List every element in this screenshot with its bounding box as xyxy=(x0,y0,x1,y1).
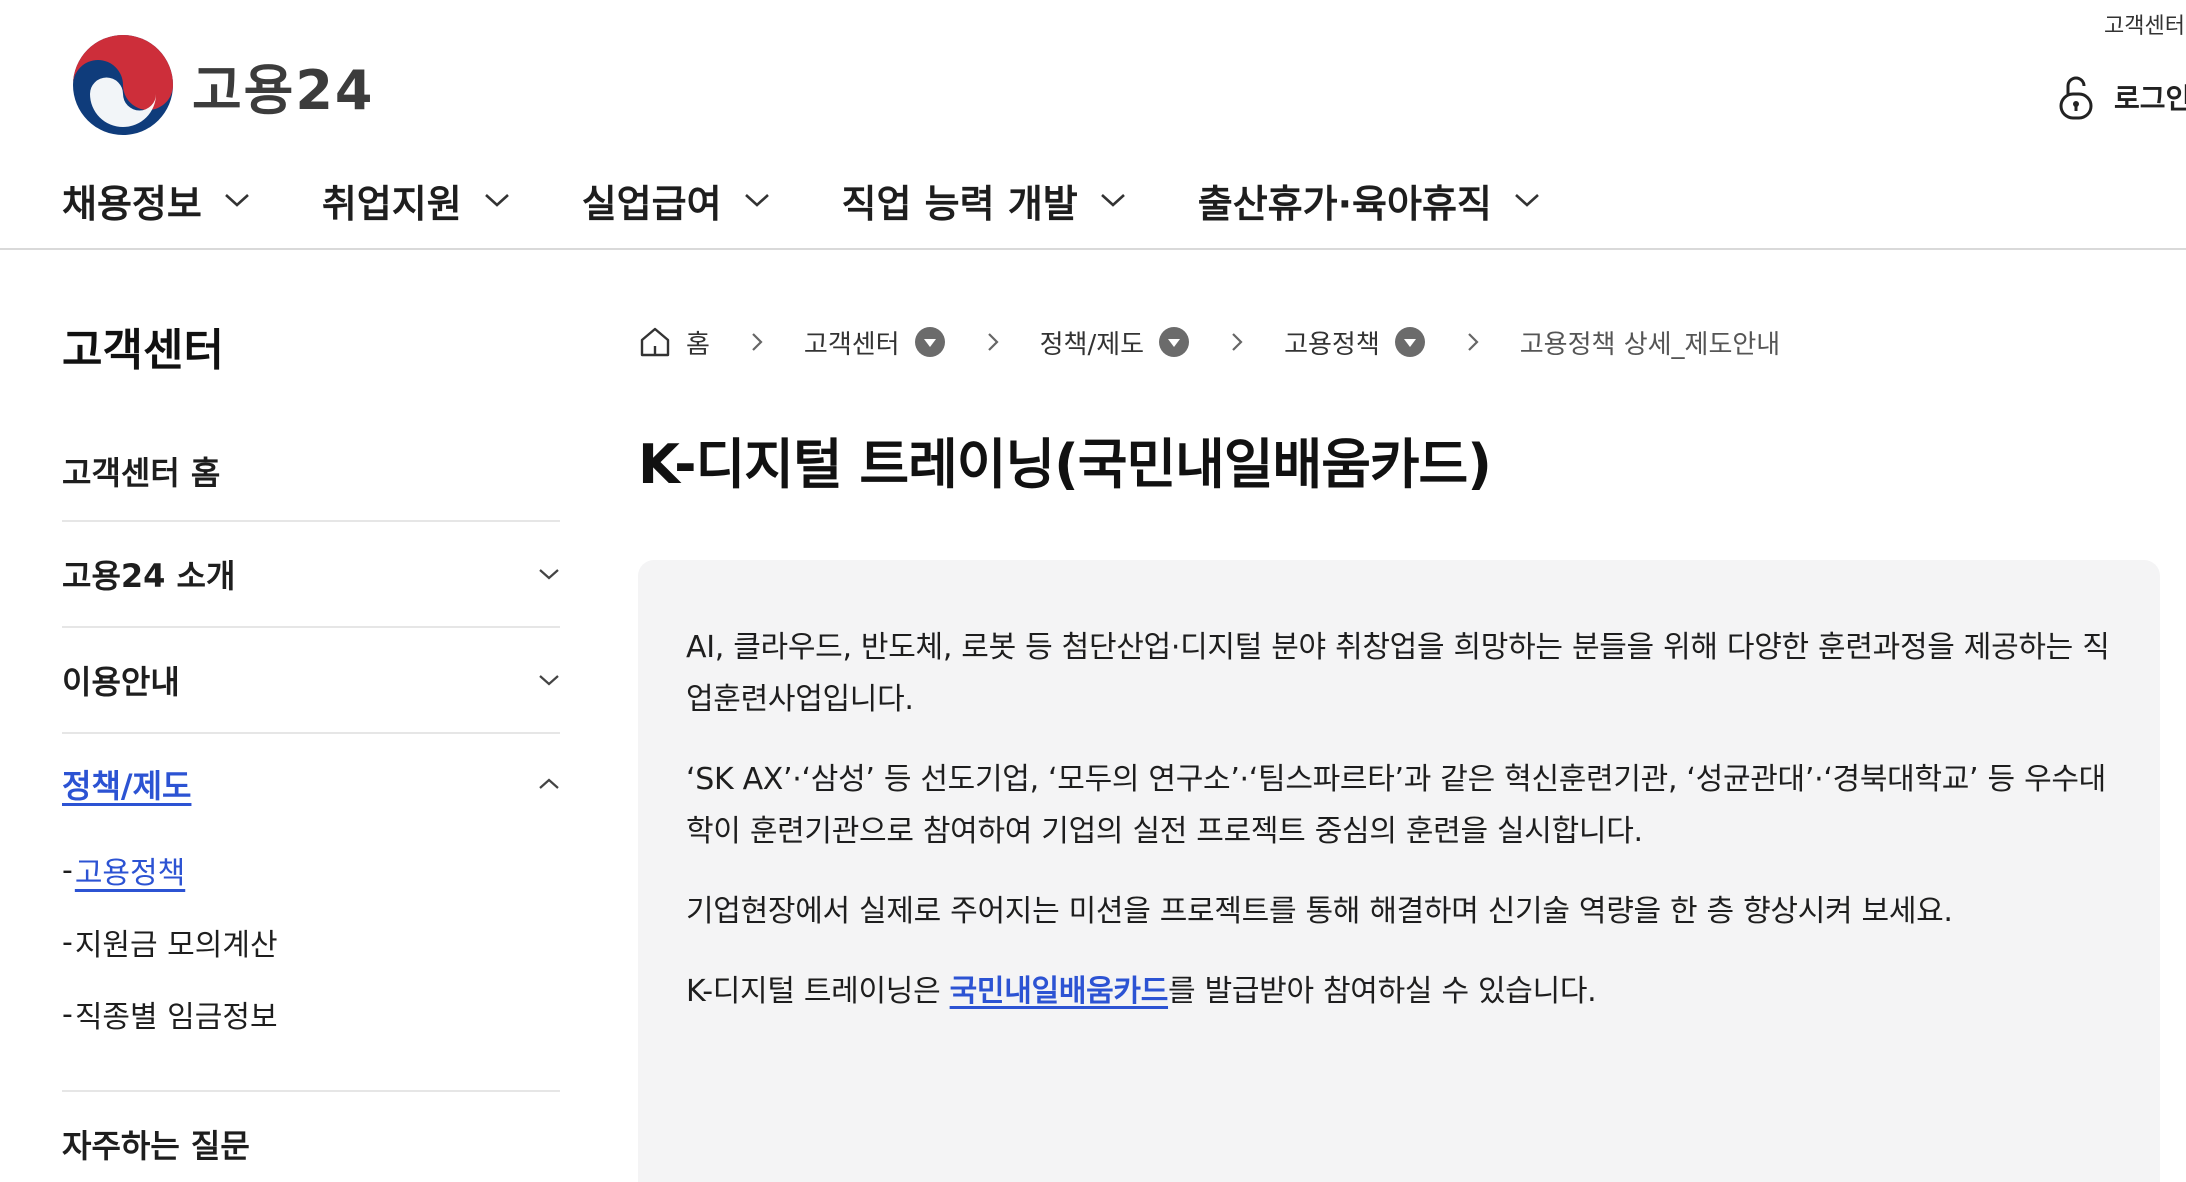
home-logo-link[interactable]: 고용24 xyxy=(70,32,375,138)
sidebar: 고객센터 고객센터 홈 고용24 소개 이용안내 정책/제도 - 고용정책 - … xyxy=(62,250,560,1182)
dash-marker: - xyxy=(62,996,73,1032)
chevron-down-icon xyxy=(224,194,249,207)
sidebar-item-policy[interactable]: 정책/제도 xyxy=(62,734,560,834)
sidebar-subitem-subsidy-calculator[interactable]: - 지원금 모의계산 xyxy=(62,906,560,978)
page-title: K-디지털 트레이닝(국민내일배움카드) xyxy=(638,433,1492,496)
nav-label: 출산휴가·육아휴직 xyxy=(1197,181,1492,226)
nav-item-vocational-training[interactable]: 직업 능력 개발 xyxy=(842,173,1126,228)
breadcrumb-employment-policy[interactable]: 고용정책 xyxy=(1284,324,1426,361)
breadcrumb-label: 고객센터 xyxy=(803,329,900,360)
sidebar-item-label: 자주하는 질문 xyxy=(62,1127,250,1165)
nav-item-unemployment-benefit[interactable]: 실업급여 xyxy=(582,173,770,228)
sidebar-item-guide[interactable]: 이용안내 xyxy=(62,628,560,734)
breadcrumb-home[interactable]: 홈 xyxy=(638,324,710,361)
dash-marker: - xyxy=(62,924,73,960)
breadcrumb-customer-center[interactable]: 고객센터 xyxy=(804,324,946,361)
chevron-up-icon xyxy=(539,778,559,789)
sidebar-group-policy: 정책/제도 - 고용정책 - 지원금 모의계산 - 직종별 임금정보 xyxy=(62,734,560,1092)
participation-text-before: K-디지털 트레이닝은 xyxy=(686,974,950,1009)
sidebar-item-customer-home[interactable]: 고객센터 홈 xyxy=(62,422,560,522)
dropdown-circle-icon xyxy=(914,327,945,357)
sidebar-item-about[interactable]: 고용24 소개 xyxy=(62,522,560,628)
content-box: AI, 클라우드, 반도체, 로봇 등 첨단산업·디지털 분야 취창업을 희망하… xyxy=(638,560,2160,1182)
nav-label: 채용정보 xyxy=(62,181,202,226)
sidebar-subitem-label: 고용정책 xyxy=(74,856,186,891)
chevron-down-icon xyxy=(539,569,559,580)
nav-label: 직업 능력 개발 xyxy=(841,181,1078,226)
nav-item-recruitment[interactable]: 채용정보 xyxy=(62,173,250,228)
breadcrumb-home-label: 홈 xyxy=(686,329,710,360)
nav-label: 취업지원 xyxy=(321,181,462,226)
sidebar-item-label: 고객센터 홈 xyxy=(62,454,221,492)
taegeuk-logo-icon xyxy=(73,35,173,135)
chevron-down-icon xyxy=(1100,194,1125,207)
breadcrumb-label: 고용정책 xyxy=(1284,329,1380,360)
participation-text-after: 를 발급받아 참여하실 수 있습니다. xyxy=(1168,974,1597,1009)
logo-text: 고용24 xyxy=(192,58,375,122)
national-learning-card-link[interactable]: 국민내일배움카드 xyxy=(950,974,1169,1009)
login-button[interactable]: 로그인 xyxy=(2058,74,2186,120)
chevron-right-icon xyxy=(986,331,1000,353)
intro-paragraph: AI, 클라우드, 반도체, 로봇 등 첨단산업·디지털 분야 취창업을 희망하… xyxy=(686,630,2110,717)
participation-paragraph: K-디지털 트레이닝은 국민내일배움카드를 발급받아 참여하실 수 있습니다. xyxy=(686,966,2112,1018)
sidebar-item-label: 정책/제도 xyxy=(62,767,192,805)
chevron-down-icon xyxy=(1515,194,1539,207)
chevron-down-icon xyxy=(484,194,509,207)
sidebar-subitem-wage-info[interactable]: - 직종별 임금정보 xyxy=(62,978,560,1050)
chevron-right-icon xyxy=(750,331,764,353)
breadcrumb-policy[interactable]: 정책/제도 xyxy=(1040,324,1190,361)
breadcrumb-current: 고용정책 상세_제도안내 xyxy=(1519,329,1781,360)
nav-item-parental-leave[interactable]: 출산휴가·육아휴직 xyxy=(1198,173,1540,228)
chevron-down-icon xyxy=(744,194,769,207)
sidebar-menu: 고객센터 홈 고용24 소개 이용안내 정책/제도 - 고용정책 - 지원금 모… xyxy=(62,422,560,1182)
dash-marker: - xyxy=(62,852,73,888)
site-header: 고용24 고객센터 로그인 채용정보 취업지원 실업급여 직업 능력 개발 출산… xyxy=(0,0,2186,250)
sidebar-item-label: 고용24 소개 xyxy=(62,557,236,595)
sidebar-item-faq[interactable]: 자주하는 질문 xyxy=(62,1092,560,1182)
customer-center-link[interactable]: 고객센터 xyxy=(2104,8,2185,40)
nav-label: 실업급여 xyxy=(581,181,722,226)
home-icon xyxy=(640,327,670,357)
sidebar-title: 고객센터 xyxy=(62,325,224,376)
sidebar-item-label: 이용안내 xyxy=(62,663,180,701)
dropdown-circle-icon xyxy=(1159,327,1190,357)
breadcrumb-label: 정책/제도 xyxy=(1039,329,1145,360)
mission-paragraph: 기업현장에서 실제로 주어지는 미션을 프로젝트를 통해 해결하며 신기술 역량… xyxy=(686,894,1953,929)
sidebar-subitem-employment-policy[interactable]: - 고용정책 xyxy=(62,834,560,906)
breadcrumb: 홈 고객센터 정책/제도 고용정책 고용정책 상세_제도안내 xyxy=(638,322,1780,362)
nav-item-employment-support[interactable]: 취업지원 xyxy=(322,173,510,228)
login-label: 로그인 xyxy=(2114,82,2186,115)
sidebar-subitem-label: 지원금 모의계산 xyxy=(74,928,278,963)
chevron-right-icon xyxy=(1230,331,1244,353)
dropdown-circle-icon xyxy=(1394,327,1425,357)
chevron-right-icon xyxy=(1466,331,1480,353)
unlock-icon xyxy=(2059,76,2093,120)
sidebar-subitem-label: 직종별 임금정보 xyxy=(74,1000,278,1035)
main-nav: 채용정보 취업지원 실업급여 직업 능력 개발 출산휴가·육아휴직 xyxy=(62,170,1612,230)
partners-paragraph: ‘SK AX’·‘삼성’ 등 선도기업, ‘모두의 연구소’·‘팀스파르타’과 … xyxy=(686,762,2106,849)
chevron-down-icon xyxy=(539,675,559,686)
